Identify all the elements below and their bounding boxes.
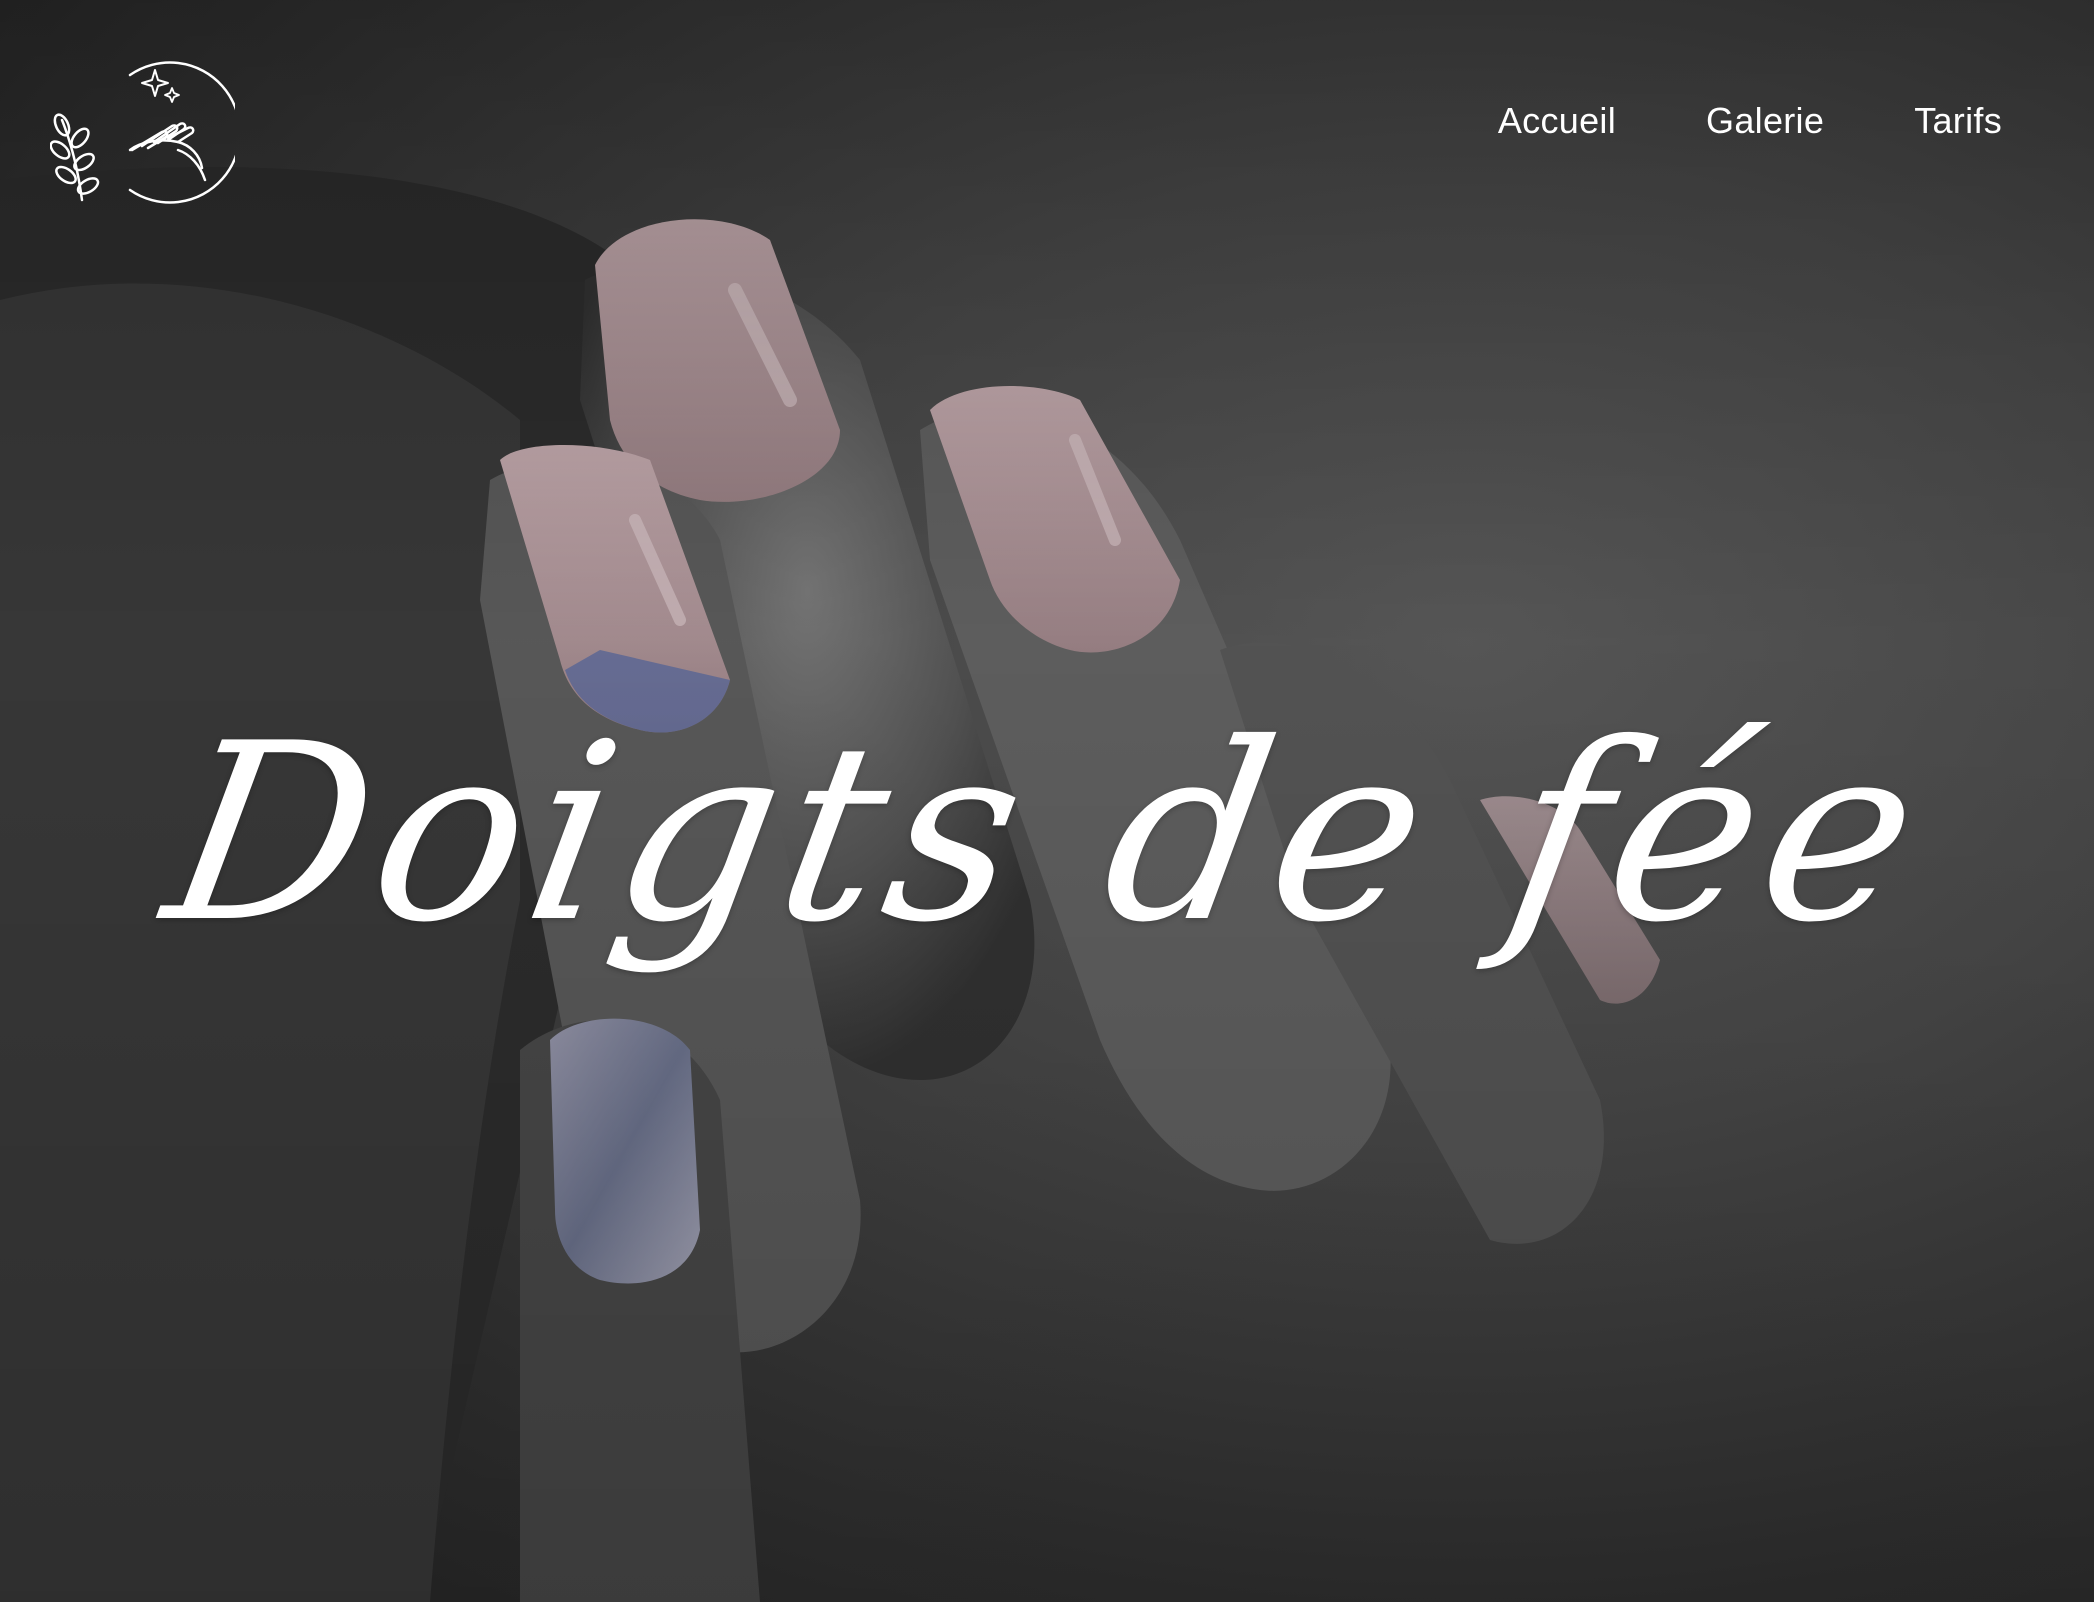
hand-with-leaves-and-sparkles-icon [49,61,242,204]
main-nav: Accueil Galerie Tarifs [1498,100,2002,142]
nav-link-galerie[interactable]: Galerie [1706,100,1824,142]
hero-title: Doigts de fée [149,691,1945,977]
nav-link-tarifs[interactable]: Tarifs [1914,100,2002,142]
nav-link-accueil[interactable]: Accueil [1498,100,1616,142]
landing-page: Accueil Galerie Tarifs Doigts de fée [0,0,2094,1602]
brand-logo[interactable] [49,50,242,205]
